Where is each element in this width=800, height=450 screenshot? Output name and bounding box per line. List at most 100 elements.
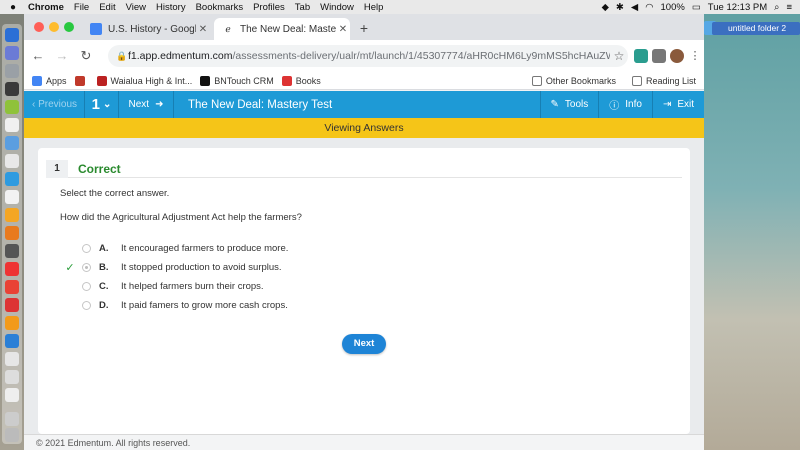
menu-edit[interactable]: Edit xyxy=(99,2,115,13)
back-button[interactable]: ← xyxy=(28,46,48,66)
control-center-icon[interactable]: ≡ xyxy=(786,2,792,13)
tab-mastery-test[interactable]: ℯ The New Deal: Mastery Test ✕ xyxy=(214,18,350,40)
wifi-icon[interactable]: ◠ xyxy=(645,2,653,13)
preview-icon[interactable] xyxy=(5,352,19,366)
extensions-puzzle-icon[interactable] xyxy=(652,49,666,63)
mail-icon[interactable] xyxy=(5,136,19,150)
pencil-icon[interactable] xyxy=(5,388,19,402)
reload-button[interactable]: ↻ xyxy=(76,46,96,66)
app-icon-blue[interactable] xyxy=(5,334,19,348)
question-selector[interactable]: 1 ⌄ xyxy=(84,91,118,118)
forward-button[interactable]: → xyxy=(52,46,72,66)
app-icon-red[interactable] xyxy=(5,298,19,312)
result-status: Correct xyxy=(78,161,121,176)
option-text: It helped farmers burn their crops. xyxy=(121,280,264,292)
battery-icon[interactable]: ▭ xyxy=(692,2,701,13)
bookmark-unnamed[interactable] xyxy=(74,75,89,86)
reading-list[interactable]: Reading List xyxy=(631,76,696,86)
answer-option-b[interactable]: ✓ B. It stopped production to avoid surp… xyxy=(38,259,438,275)
radio-button[interactable] xyxy=(82,300,91,310)
close-window-icon[interactable] xyxy=(34,22,44,32)
tools-button[interactable]: ✎ Tools xyxy=(539,91,599,118)
clock[interactable]: Tue 12:13 PM xyxy=(708,2,767,13)
page-content: ‹ Previous 1 ⌄ Next ➜ The New Deal: Mast… xyxy=(24,91,704,450)
next-question-button[interactable]: Next ➜ xyxy=(118,91,174,118)
bookmark-star-icon[interactable]: ☆ xyxy=(610,49,628,63)
desktop-folder-label[interactable]: untitled folder 2 xyxy=(712,22,800,35)
app-icon-orange[interactable] xyxy=(5,316,19,330)
notes-icon[interactable] xyxy=(5,118,19,132)
answer-option-d[interactable]: D. It paid famers to grow more cash crop… xyxy=(38,297,438,313)
downloads-icon[interactable] xyxy=(5,412,19,426)
bookmark-label: Books xyxy=(295,75,321,86)
exit-button[interactable]: ⇥ Exit xyxy=(651,91,704,118)
mission-control-icon[interactable] xyxy=(5,82,19,96)
previous-button[interactable]: ‹ Previous xyxy=(24,99,84,110)
tab-strip: U.S. History - Google Docs ✕ ℯ The New D… xyxy=(24,14,704,40)
bookmark-label: BNTouch CRM xyxy=(214,75,274,86)
volume-icon[interactable]: ◀ xyxy=(631,2,638,13)
url-text[interactable]: f1.app.edmentum.com/assessments-delivery… xyxy=(128,50,610,62)
siri-icon[interactable] xyxy=(5,46,19,60)
dropbox-icon[interactable]: ◆ xyxy=(602,2,609,13)
app-icon-dark[interactable] xyxy=(5,244,19,258)
answer-option-a[interactable]: A. It encouraged farmers to produce more… xyxy=(38,240,438,256)
waialua-icon xyxy=(96,75,107,86)
more-menu-icon[interactable]: ⋮ xyxy=(688,49,702,63)
menu-window[interactable]: Window xyxy=(320,2,354,13)
address-bar[interactable]: 🔒 f1.app.edmentum.com/assessments-delive… xyxy=(108,45,628,67)
radio-button-selected[interactable] xyxy=(82,262,91,272)
bookmark-bntouch[interactable]: BNTouch CRM xyxy=(200,75,274,86)
profile-avatar[interactable] xyxy=(670,49,684,63)
google-docs-icon xyxy=(90,23,102,35)
app-store-icon[interactable] xyxy=(5,172,19,186)
apple-menu-icon[interactable]: ● xyxy=(6,2,20,13)
menu-tab[interactable]: Tab xyxy=(295,2,310,13)
question-instructions: Select the correct answer. xyxy=(60,188,170,199)
finder-icon[interactable] xyxy=(5,28,19,42)
zoom-window-icon[interactable] xyxy=(64,22,74,32)
menu-profiles[interactable]: Profiles xyxy=(253,2,285,13)
bookmark-label: Waialua High & Int... xyxy=(110,75,193,86)
menu-help[interactable]: Help xyxy=(364,2,384,13)
radio-button[interactable] xyxy=(82,243,91,253)
other-bookmarks[interactable]: Other Bookmarks xyxy=(531,76,616,86)
new-tab-button[interactable]: + xyxy=(356,20,372,36)
calendar-icon[interactable] xyxy=(5,154,19,168)
menu-history[interactable]: History xyxy=(156,2,186,13)
document-icon[interactable] xyxy=(5,370,19,384)
next-button[interactable]: Next xyxy=(342,334,386,354)
tools-label: Tools xyxy=(564,99,589,110)
answer-option-c[interactable]: C. It helped farmers burn their crops. xyxy=(38,278,438,294)
status-area: ◆ ✱ ◀ ◠ 100% ▭ Tue 12:13 PM ⌕ ≡ xyxy=(602,0,792,14)
contacts-icon[interactable] xyxy=(5,190,19,204)
vlc-icon[interactable] xyxy=(5,226,19,240)
launchpad-icon[interactable] xyxy=(5,64,19,78)
bookmark-waialua[interactable]: Waialua High & Int... xyxy=(96,75,193,86)
menu-file[interactable]: File xyxy=(74,2,89,13)
app-icon-green[interactable] xyxy=(5,100,19,114)
info-button[interactable]: ⓘ Info xyxy=(598,91,652,118)
photos-icon[interactable] xyxy=(5,208,19,222)
close-tab-icon[interactable]: ✕ xyxy=(196,24,210,35)
search-icon[interactable]: ⌕ xyxy=(774,2,779,13)
question-number-badge: 1 xyxy=(46,159,68,178)
bntouch-icon xyxy=(200,75,211,86)
bookmark-books[interactable]: Books xyxy=(281,75,321,86)
bookmark-apps[interactable]: Apps xyxy=(32,75,67,86)
radio-button[interactable] xyxy=(82,281,91,291)
close-tab-icon[interactable]: ✕ xyxy=(336,24,350,35)
music-icon[interactable] xyxy=(5,262,19,276)
menu-view[interactable]: View xyxy=(126,2,146,13)
trash-icon[interactable] xyxy=(5,428,19,442)
chrome-icon[interactable] xyxy=(5,280,19,294)
menu-bookmarks[interactable]: Bookmarks xyxy=(196,2,244,13)
next-label: Next xyxy=(128,99,150,110)
lock-icon[interactable]: 🔒 xyxy=(116,51,128,62)
extension-icon[interactable] xyxy=(634,49,648,63)
bluetooth-icon[interactable]: ✱ xyxy=(616,2,624,13)
menu-app-name[interactable]: Chrome xyxy=(28,2,64,13)
viewing-answers-banner: Viewing Answers xyxy=(24,118,704,138)
minimize-window-icon[interactable] xyxy=(49,22,59,32)
tab-google-docs[interactable]: U.S. History - Google Docs ✕ xyxy=(82,18,210,40)
